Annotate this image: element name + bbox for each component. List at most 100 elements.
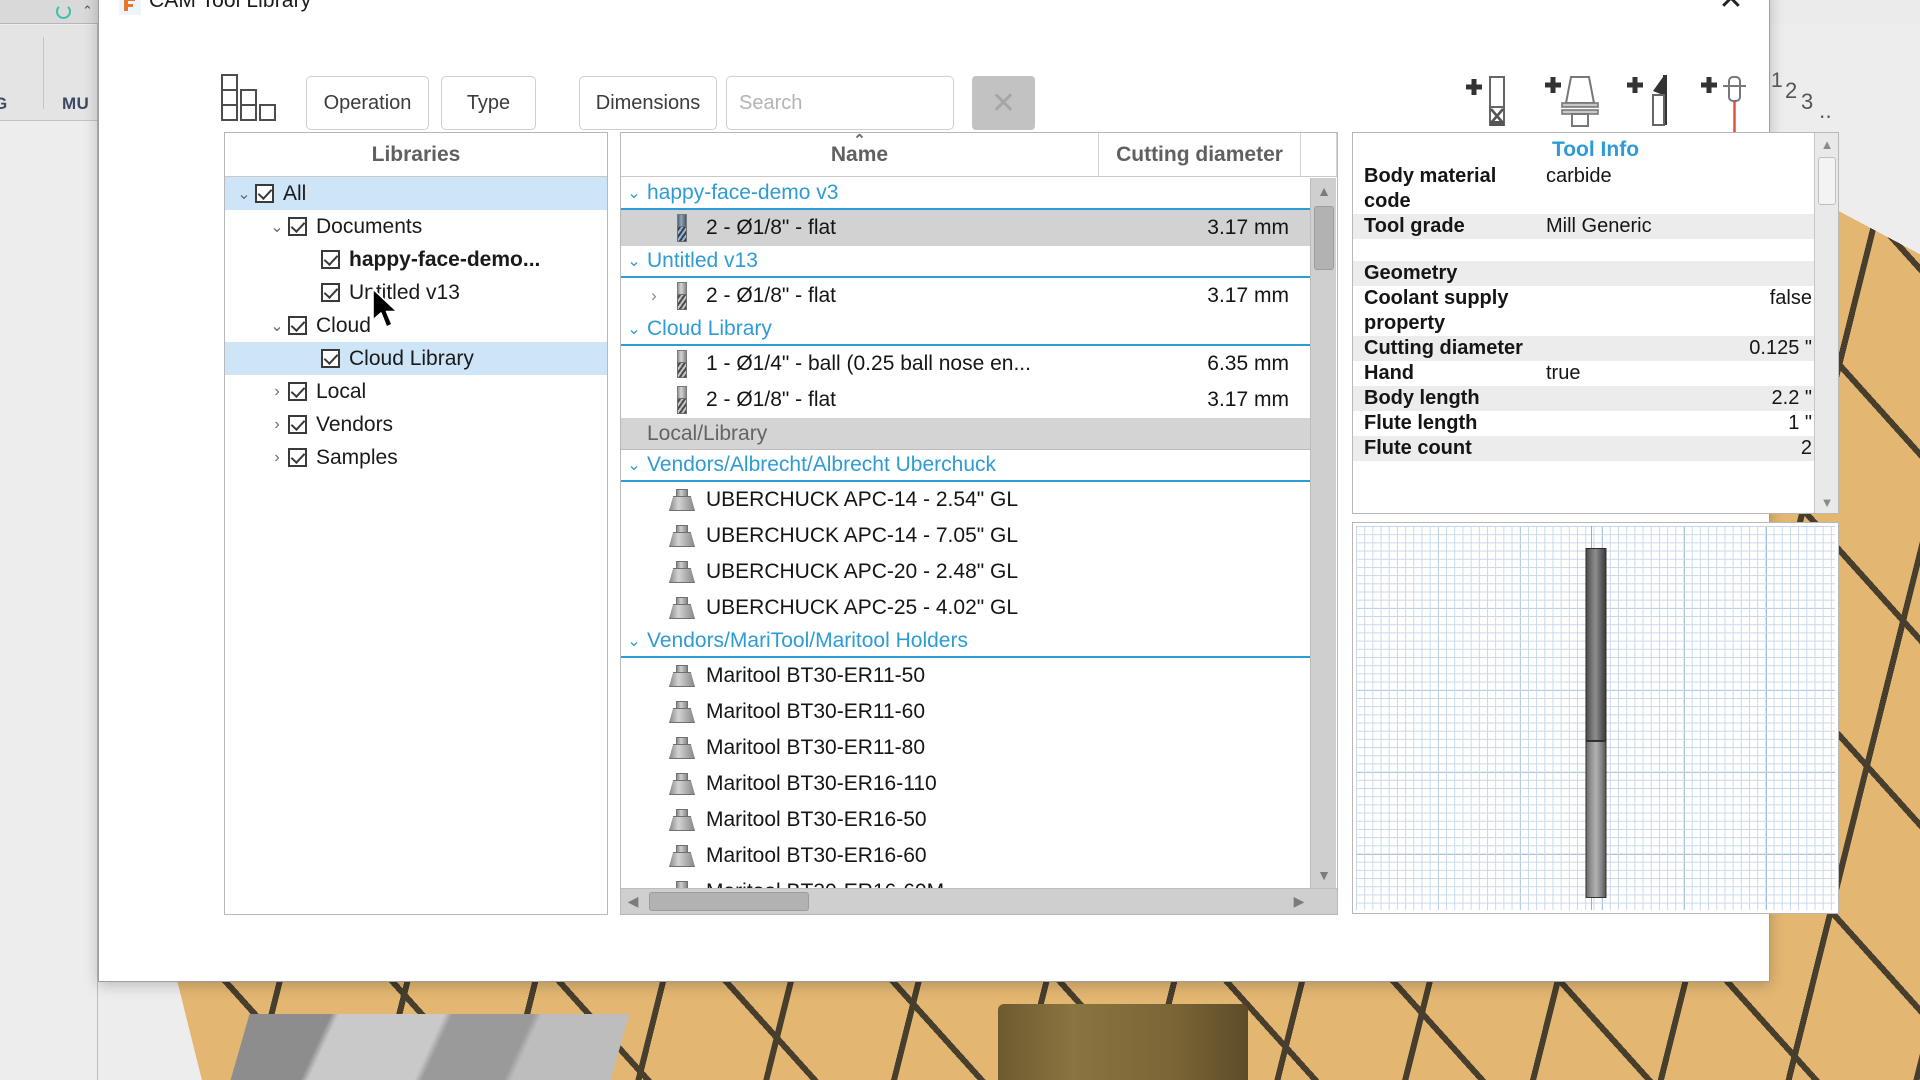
horizontal-scroll-thumb[interactable] (649, 892, 809, 911)
library-checkbox[interactable] (288, 217, 307, 236)
library-tree-item[interactable]: Cloud Library (225, 342, 607, 375)
tool-info-row: Coolant supply property false (1353, 286, 1838, 336)
tool-row-cutting-diameter: 6.35 mm (1207, 352, 1289, 375)
grid-view-icon[interactable] (221, 74, 277, 121)
search-input[interactable] (726, 76, 954, 130)
add-mill-tool-icon[interactable] (1459, 69, 1521, 139)
tool-list-body[interactable]: ⌄ happy-face-demo v3 2 - Ø1/8" - flat 3.17 … (621, 178, 1311, 888)
tool-info-title: Tool Info (1551, 138, 1640, 161)
endmill-icon (667, 214, 697, 242)
tool-list-row[interactable]: Maritool BT30-ER11-50 (621, 658, 1311, 694)
chevron-down-icon[interactable]: ⌄ (266, 316, 288, 336)
close-icon[interactable]: ✕ (1711, 0, 1751, 19)
add-probe-icon[interactable] (1697, 69, 1759, 139)
library-tree-item[interactable]: › Local (225, 375, 607, 408)
library-tree-item[interactable]: happy-face-demo... (225, 243, 607, 276)
library-checkbox[interactable] (288, 415, 307, 434)
library-tree-item-label: happy-face-demo... (349, 247, 541, 271)
library-tree-item[interactable]: ⌄ Cloud (225, 309, 607, 342)
chevron-up-icon[interactable]: ⌃ (82, 4, 96, 17)
tool-list-vertical-scrollbar[interactable]: ▲ ▼ (1310, 178, 1336, 888)
library-checkbox[interactable] (288, 382, 307, 401)
tool-row-name: 2 - Ø1/8" - flat (706, 388, 836, 411)
library-tree-item[interactable]: Untitled v13 (225, 276, 607, 309)
tool-list-row[interactable]: Maritool BT30-ER16-60M (621, 874, 1311, 888)
chevron-down-icon[interactable]: ⌄ (621, 183, 647, 203)
library-checkbox[interactable] (321, 283, 340, 302)
library-tree-item[interactable]: ⌄ Documents (225, 210, 607, 243)
tool-list-row[interactable]: UBERCHUCK APC-20 - 2.48" GL (621, 554, 1311, 590)
tool-list-group-header[interactable]: ⌄ Vendors/Albrecht/Albrecht Uberchuck (621, 450, 1311, 482)
chevron-down-icon[interactable]: ⌄ (621, 319, 647, 339)
chevron-down-icon[interactable]: ⌄ (621, 631, 647, 651)
tool-list-row[interactable]: Maritool BT30-ER16-110 (621, 766, 1311, 802)
column-header-extra[interactable] (1301, 133, 1337, 176)
add-turning-tool-icon[interactable] (1621, 69, 1683, 139)
tool-list-group-header[interactable]: ⌄ happy-face-demo v3 (621, 178, 1311, 210)
library-tree-item-label: All (283, 181, 307, 205)
scroll-left-icon[interactable]: ◀ (621, 889, 645, 914)
library-tree-item[interactable]: › Vendors (225, 408, 607, 441)
host-browser-header: ⌃ (0, 0, 98, 24)
tool-list-group-header[interactable]: ⌄ Cloud Library (621, 314, 1311, 346)
number-format-icon[interactable]: 1 2 3 ‧‧ (1769, 69, 1839, 139)
filter-operation-button[interactable]: Operation (306, 76, 429, 130)
library-tree-item[interactable]: ⌄ All (225, 177, 607, 210)
tool-list-row[interactable]: 2 - Ø1/8" - flat 3.17 mm (621, 210, 1311, 246)
tool-list-row[interactable]: Maritool BT30-ER11-80 (621, 730, 1311, 766)
scroll-up-icon[interactable]: ▲ (1311, 178, 1337, 204)
libraries-tree[interactable]: ⌄ All ⌄ Documents happy-face-demo... Untitled… (225, 177, 607, 474)
holder-icon (667, 561, 697, 583)
tool-list-group-header[interactable]: Local/Library (621, 418, 1311, 450)
scroll-right-icon[interactable]: ▶ (1287, 889, 1311, 914)
tool-list-row[interactable]: UBERCHUCK APC-25 - 4.02" GL (621, 590, 1311, 626)
chevron-right-icon[interactable]: › (266, 416, 288, 434)
group-header-label: happy-face-demo v3 (647, 181, 839, 204)
tool-list-row[interactable]: Maritool BT30-ER11-60 (621, 694, 1311, 730)
chevron-right-icon[interactable]: › (266, 383, 288, 401)
tool-info-pane: Tool Info Body material code carbide Tool … (1352, 132, 1839, 514)
chevron-down-icon[interactable]: ⌄ (621, 251, 647, 271)
tool-list-row[interactable]: 2 - Ø1/8" - flat 3.17 mm (621, 382, 1311, 418)
chevron-down-icon[interactable]: ⌄ (233, 184, 255, 204)
info-scroll-thumb[interactable] (1818, 157, 1836, 205)
libraries-pane: Libraries ⌄ All ⌄ Documents happy-face-demo.… (224, 132, 608, 915)
scroll-down-icon[interactable]: ▼ (1311, 862, 1337, 888)
tool-list-row[interactable]: UBERCHUCK APC-14 - 2.54" GL (621, 482, 1311, 518)
column-header-name[interactable]: ⌃ Name (621, 132, 1099, 176)
tool-row-name: Maritool BT30-ER11-80 (706, 736, 926, 759)
clear-filters-button[interactable]: ✕ (972, 76, 1035, 130)
tool-list-group-header[interactable]: ⌄ Untitled v13 (621, 246, 1311, 278)
vertical-scroll-thumb[interactable] (1314, 206, 1334, 270)
library-checkbox[interactable] (288, 448, 307, 467)
column-header-cutting-diameter[interactable]: Cutting diameter (1099, 133, 1301, 176)
tool-list-row[interactable]: Maritool BT30-ER16-60 (621, 838, 1311, 874)
chevron-down-icon[interactable]: ⌄ (621, 455, 647, 475)
tool-info-scrollbar[interactable]: ▲ ▼ (1814, 133, 1838, 513)
filter-dimensions-button[interactable]: Dimensions (579, 76, 717, 130)
chevron-right-icon[interactable]: › (266, 449, 288, 467)
tool-list-group-header[interactable]: ⌄ Vendors/MariTool/Maritool Holders (621, 626, 1311, 658)
tool-list-row[interactable]: UBERCHUCK APC-14 - 7.05" GL (621, 518, 1311, 554)
chevron-right-icon[interactable]: › (641, 286, 667, 306)
info-scroll-down-icon[interactable]: ▼ (1815, 491, 1838, 513)
filter-type-button[interactable]: Type (441, 76, 536, 130)
add-holder-icon[interactable] (1541, 69, 1603, 139)
tool-info-value: Mill Generic (1546, 214, 1838, 239)
group-header-label: Untitled v13 (647, 249, 758, 272)
refresh-icon[interactable] (56, 4, 71, 19)
tool-list-row[interactable]: 1 - Ø1/4" - ball (0.25 ball nose en... 6.… (621, 346, 1311, 382)
tool-list-row[interactable]: › 2 - Ø1/8" - flat 3.17 mm (621, 278, 1311, 314)
tool-row-cutting-diameter: 3.17 mm (1207, 388, 1289, 411)
library-tree-item[interactable]: › Samples (225, 441, 607, 474)
library-checkbox[interactable] (321, 250, 340, 269)
library-checkbox[interactable] (288, 316, 307, 335)
tool-list-row[interactable]: Maritool BT30-ER16-50 (621, 802, 1311, 838)
chevron-down-icon[interactable]: ⌄ (266, 217, 288, 237)
tool-row-cutting-diameter: 3.17 mm (1207, 284, 1289, 307)
tool-row-name: Maritool BT30-ER16-60M (697, 880, 1136, 888)
library-checkbox[interactable] (321, 349, 340, 368)
library-checkbox[interactable] (255, 184, 274, 203)
tool-list-horizontal-scrollbar[interactable]: ◀ ▶ (621, 888, 1337, 914)
info-scroll-up-icon[interactable]: ▲ (1815, 133, 1838, 155)
